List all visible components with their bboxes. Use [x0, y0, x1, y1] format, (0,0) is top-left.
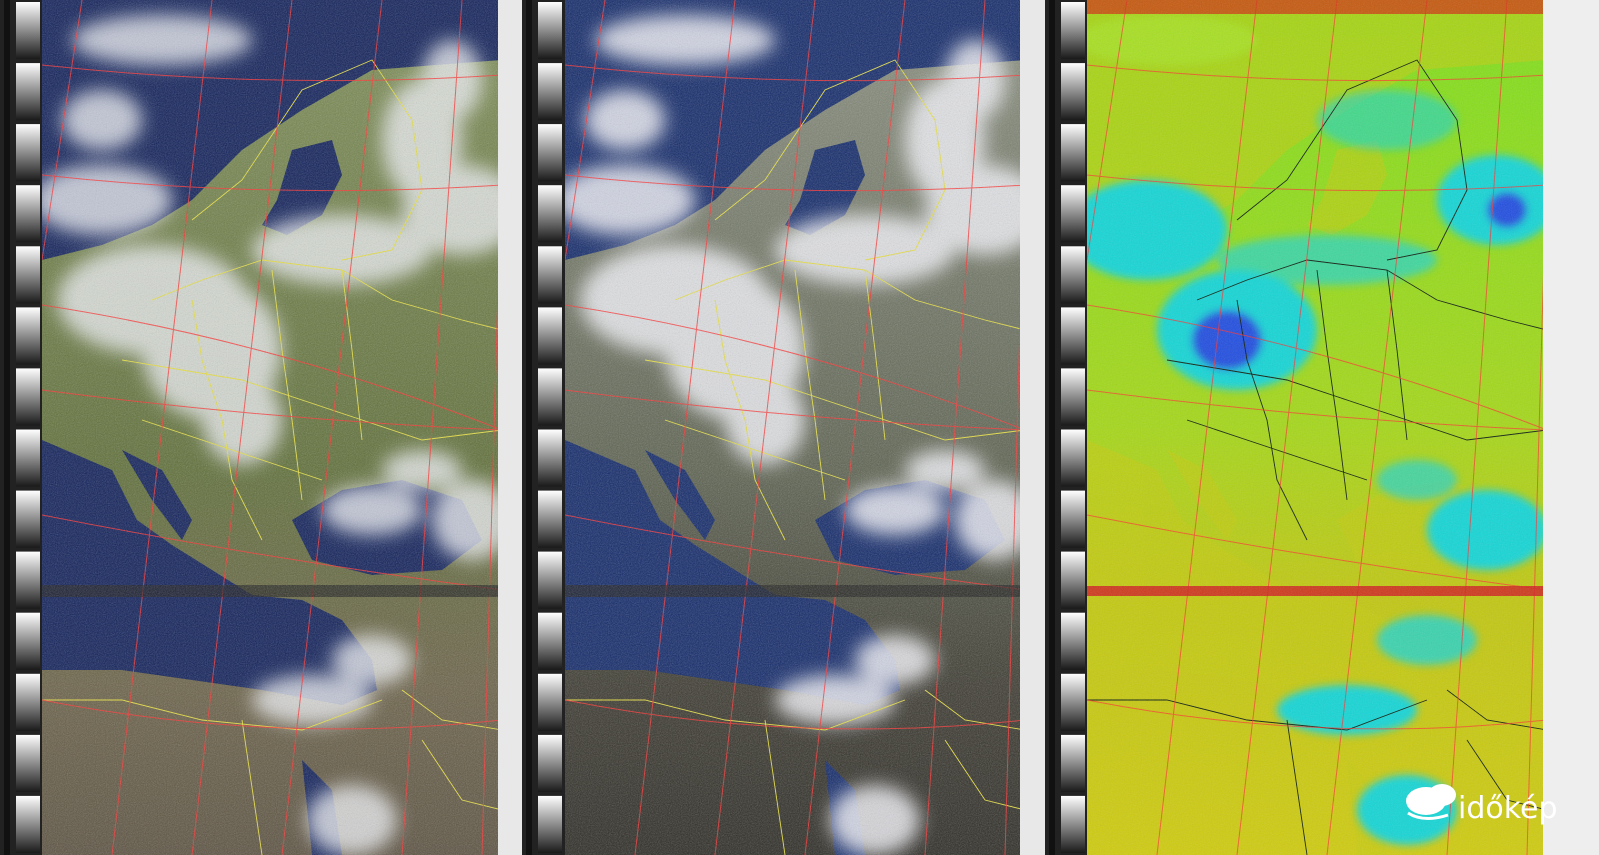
telemetry-wedge	[16, 63, 40, 121]
telemetry-wedge	[538, 612, 562, 670]
telemetry-wedge	[1061, 551, 1085, 609]
telemetry-wedge	[16, 368, 40, 426]
panel-natural-color	[565, 0, 1020, 855]
telemetry-wedge	[1061, 368, 1085, 426]
telemetry-strip-edge	[1543, 0, 1599, 855]
telemetry-wedge	[538, 795, 562, 853]
telemetry-wedge	[16, 734, 40, 792]
telemetry-wedge	[538, 63, 562, 121]
telemetry-wedge	[538, 490, 562, 548]
panel-false-color	[42, 0, 498, 855]
telemetry-wedge	[538, 368, 562, 426]
telemetry-wedge	[16, 612, 40, 670]
telemetry-wedge	[16, 551, 40, 609]
telemetry-wedge	[1061, 490, 1085, 548]
telemetry-wedge	[1061, 307, 1085, 365]
telemetry-wedge	[538, 673, 562, 731]
telemetry-wedge	[1061, 246, 1085, 304]
telemetry-wedge	[538, 124, 562, 182]
telemetry-wedge	[1061, 612, 1085, 670]
telemetry-wedge	[1061, 673, 1085, 731]
telemetry-wedge	[538, 2, 562, 60]
telemetry-strip-middle	[498, 0, 565, 855]
telemetry-wedge	[1061, 124, 1085, 182]
telemetry-wedge	[16, 2, 40, 60]
telemetry-wedge	[1061, 185, 1085, 243]
telemetry-wedge	[16, 795, 40, 853]
telemetry-wedge	[1061, 795, 1085, 853]
telemetry-wedge	[16, 185, 40, 243]
telemetry-wedge	[16, 124, 40, 182]
telemetry-wedge	[16, 490, 40, 548]
panel-thermal-ir	[1087, 0, 1543, 855]
telemetry-wedge	[1061, 63, 1085, 121]
telemetry-wedge	[16, 307, 40, 365]
telemetry-wedge	[16, 246, 40, 304]
telemetry-wedge	[538, 429, 562, 487]
telemetry-wedge	[16, 673, 40, 731]
telemetry-wedge	[538, 551, 562, 609]
watermark-text: időkép	[1458, 791, 1558, 826]
telemetry-strip-right	[1020, 0, 1087, 855]
telemetry-strip-left	[0, 0, 42, 855]
telemetry-wedge	[538, 185, 562, 243]
telemetry-wedge	[16, 429, 40, 487]
telemetry-wedge	[538, 307, 562, 365]
telemetry-wedge	[1061, 734, 1085, 792]
telemetry-wedge	[538, 734, 562, 792]
telemetry-wedge	[1061, 2, 1085, 60]
watermark-logo: időkép	[1406, 784, 1558, 826]
telemetry-wedge	[1061, 429, 1085, 487]
telemetry-wedge	[538, 246, 562, 304]
satellite-composite: időkép	[0, 0, 1599, 855]
